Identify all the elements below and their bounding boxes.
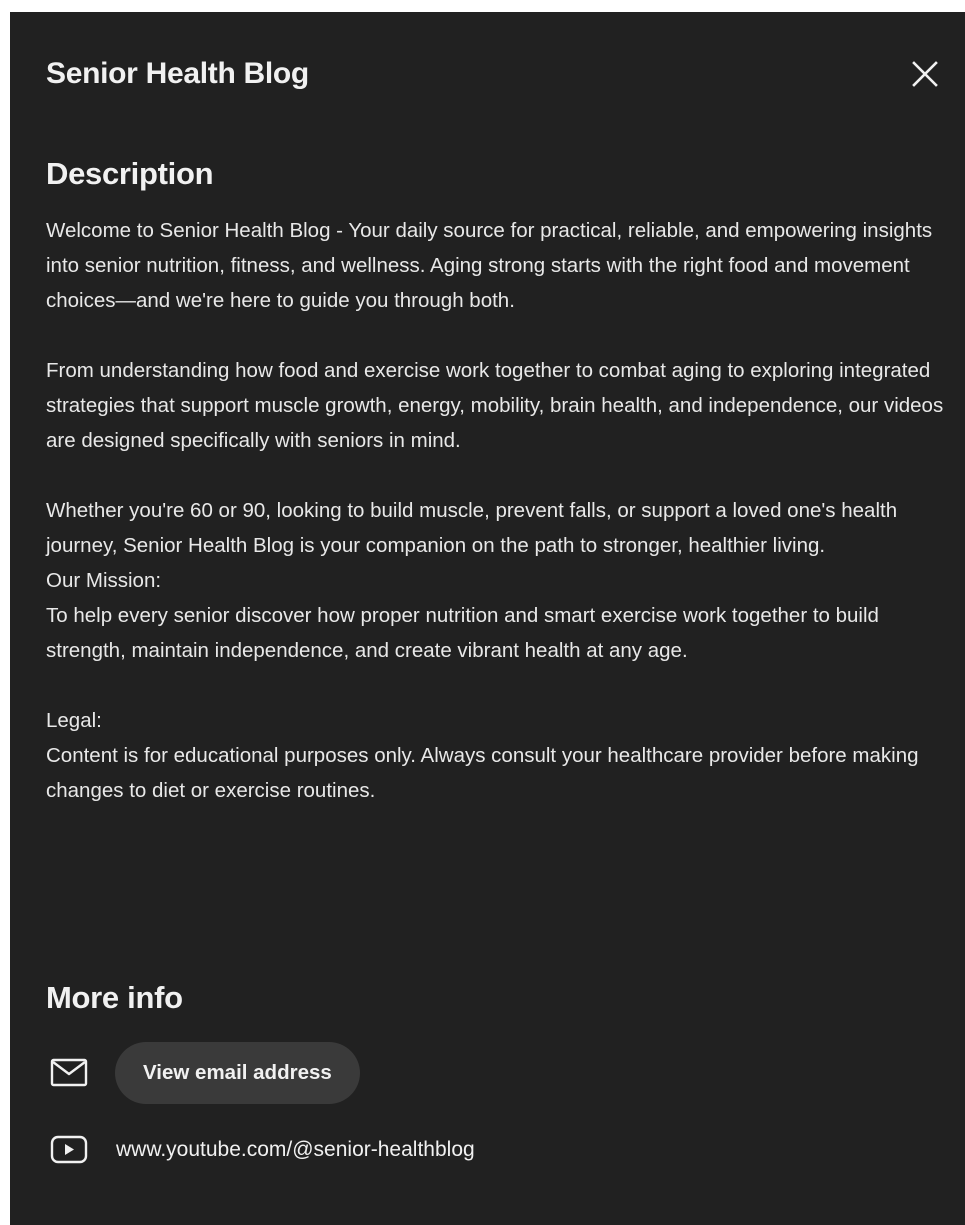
description-heading: Description	[46, 156, 214, 191]
more-info-heading: More info	[46, 980, 183, 1015]
view-email-button[interactable]: View email address	[115, 1042, 360, 1104]
mail-icon	[46, 1053, 96, 1093]
email-row: View email address	[46, 1041, 360, 1105]
description-text: Welcome to Senior Health Blog - Your dai…	[46, 219, 944, 802]
youtube-play-icon	[46, 1130, 96, 1170]
channel-link-row: www.youtube.com/@senior-healthblog	[46, 1130, 475, 1170]
close-button[interactable]	[905, 54, 945, 94]
about-dialog: Senior Health Blog Description Welcome t…	[10, 12, 965, 1225]
dialog-title: Senior Health Blog	[46, 57, 309, 90]
channel-url-link[interactable]: www.youtube.com/@senior-healthblog	[116, 1138, 475, 1162]
dialog-header: Senior Health Blog	[46, 52, 945, 96]
close-icon	[912, 61, 938, 87]
